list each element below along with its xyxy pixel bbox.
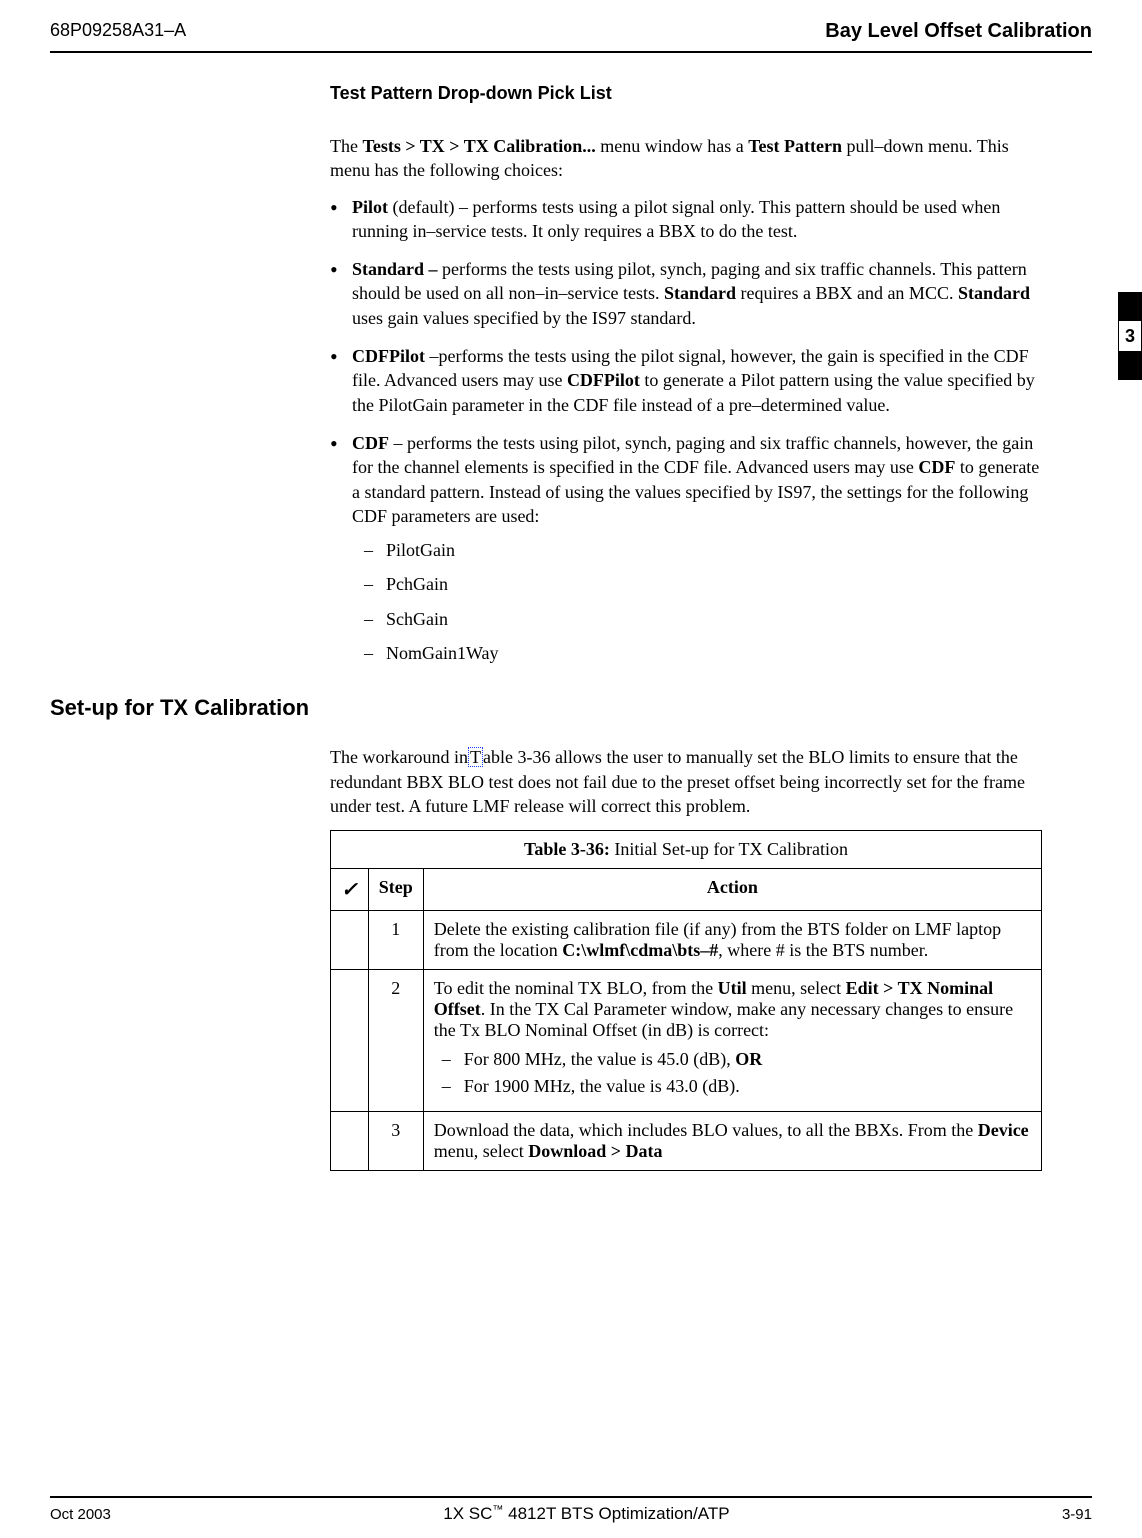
text: (default) – performs tests using a pilot… [352,197,1000,241]
footer-doc-title: 1X SC™ 4812T BTS Optimization/ATP [443,1504,729,1524]
choices-list: Pilot (default) – performs tests using a… [330,195,1042,666]
text: Download the data, which includes BLO va… [434,1120,978,1140]
page-title: Bay Level Offset Calibration [825,20,1092,43]
action-cell: Download the data, which includes BLO va… [423,1112,1041,1171]
list-item: PchGain [356,572,1042,596]
trademark-icon: ™ [492,1504,503,1516]
menu-name: Util [718,978,747,998]
emphasis: Standard [664,283,736,303]
choice-label: Standard – [352,259,438,279]
list-item: Standard – performs the tests using pilo… [330,257,1042,330]
action-cell: To edit the nominal TX BLO, from the Uti… [423,970,1041,1112]
page-header: 68P09258A31–A Bay Level Offset Calibrati… [0,0,1142,51]
table-row: 1 Delete the existing calibration file (… [331,911,1042,970]
check-header: ✓ [331,869,369,911]
value-list: For 800 MHz, the value is 45.0 (dB), OR … [434,1049,1031,1097]
list-item: NomGain1Way [356,641,1042,665]
table-caption: Table 3-36: Initial Set-up for TX Calibr… [331,831,1042,869]
emphasis: CDFPilot [567,370,640,390]
param-name: Test Pattern [748,136,842,156]
text: To edit the nominal TX BLO, from the [434,978,718,998]
text: uses gain values specified by the IS97 s… [352,308,696,328]
emphasis: CDF [918,457,955,477]
table-container: Table 3-36: Initial Set-up for TX Calibr… [330,830,1042,1171]
text: The workaround in [330,747,468,767]
tab-bottom-marker [1118,352,1142,380]
check-cell [331,970,369,1112]
footer-rule [50,1496,1092,1498]
table-row: 2 To edit the nominal TX BLO, from the U… [331,970,1042,1112]
menu-name: Device [978,1120,1029,1140]
list-item: SchGain [356,607,1042,631]
step-header: Step [368,869,423,911]
footer-row: Oct 2003 1X SC™ 4812T BTS Optimization/A… [50,1504,1092,1524]
list-item: For 800 MHz, the value is 45.0 (dB), OR [434,1049,1031,1070]
param-sublist: PilotGain PchGain SchGain NomGain1Way [352,538,1042,665]
intro-paragraph: The Tests > TX > TX Calibration... menu … [330,134,1042,183]
text: menu window has a [596,136,748,156]
check-icon: ✓ [341,879,358,901]
table-row: 3 Download the data, which includes BLO … [331,1112,1042,1171]
section-tab: 3 [1118,292,1142,380]
table-header-row: ✓ Step Action [331,869,1042,911]
table-number: Table 3-36: [524,839,610,859]
text: For 800 MHz, the value is 45.0 (dB), [464,1049,735,1069]
menu-path: Tests > TX > TX Calibration... [362,136,595,156]
table-caption-row: Table 3-36: Initial Set-up for TX Calibr… [331,831,1042,869]
choice-label: CDFPilot [352,346,425,366]
list-item: For 1900 MHz, the value is 43.0 (dB). [434,1076,1031,1097]
step-cell: 2 [368,970,423,1112]
action-header: Action [423,869,1041,911]
choice-label: CDF [352,433,389,453]
doc-id: 68P09258A31–A [50,20,186,43]
list-item: CDF – performs the tests using pilot, sy… [330,431,1042,665]
text: menu, select [747,978,846,998]
file-path: C:\wlmf\cdma\bts–# [562,940,718,960]
text: Step [379,877,413,897]
step-cell: 3 [368,1112,423,1171]
page-footer: Oct 2003 1X SC™ 4812T BTS Optimization/A… [50,1496,1092,1524]
emphasis: Standard [958,283,1030,303]
setup-table: Table 3-36: Initial Set-up for TX Calibr… [330,830,1042,1171]
workaround-paragraph: The workaround in Table 3-36 allows the … [330,745,1042,818]
subsection-title: Test Pattern Drop-down Pick List [330,83,1042,104]
table-title: Initial Set-up for TX Calibration [610,839,848,859]
tab-top-marker [1118,292,1142,320]
choice-label: Pilot [352,197,388,217]
emphasis: OR [735,1049,762,1069]
text: The [330,136,362,156]
section-title: Set-up for TX Calibration [50,695,1042,721]
cross-reference-link[interactable]: T [468,747,483,767]
text: 4812T BTS Optimization/ATP [503,1504,729,1523]
text: requires a BBX and an MCC. [736,283,958,303]
footer-date: Oct 2003 [50,1506,111,1523]
text: , where # is the BTS number. [718,940,928,960]
step-cell: 1 [368,911,423,970]
text: 1X SC [443,1504,492,1523]
list-item: Pilot (default) – performs tests using a… [330,195,1042,244]
content-area: Test Pattern Drop-down Pick List The Tes… [0,53,1142,1171]
action-cell: Delete the existing calibration file (if… [423,911,1041,970]
list-item: CDFPilot –performs the tests using the p… [330,344,1042,417]
check-cell [331,911,369,970]
check-cell [331,1112,369,1171]
text: . In the TX Cal Parameter window, make a… [434,999,1013,1040]
list-item: PilotGain [356,538,1042,562]
text: Action [707,877,758,897]
page-number: 3-91 [1062,1506,1092,1523]
text: menu, select [434,1141,528,1161]
tab-number: 3 [1118,320,1142,352]
menu-path: Download > Data [528,1141,662,1161]
